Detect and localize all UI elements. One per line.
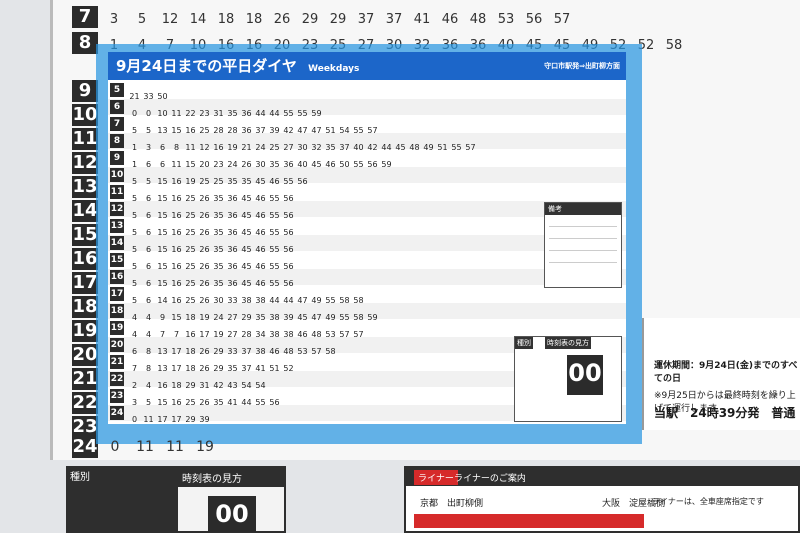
remarks-line	[549, 232, 617, 239]
liner-info-panel: ライナー ライナーのご案内 京都 出町柳側 大阪 淀屋橋側 ライナーは、全車座席…	[404, 466, 800, 533]
hour-label: 11	[110, 185, 124, 199]
how-to-read-panel-title: 時刻表の見方	[178, 468, 284, 487]
bg-row-24: 0 11 11 19	[110, 439, 214, 455]
hour-label: 21	[110, 355, 124, 369]
bg-hour-23: 23	[72, 416, 98, 438]
hour-label: 15	[110, 253, 124, 267]
hour-label: 7	[110, 117, 124, 131]
hour-label: 17	[110, 287, 124, 301]
bg-hour-22: 22	[72, 392, 98, 414]
remarks-line	[549, 220, 617, 227]
hour-label: 10	[110, 168, 124, 182]
direction-label: 守口市駅発⇒出町柳方面	[544, 62, 620, 70]
how-to-read-box: 種別 時刻表の見方 00	[514, 336, 622, 422]
liner-title: ライナーのご案内	[454, 474, 526, 484]
hour-label: 23	[110, 389, 124, 403]
minute-list: 0 11 17 17 29 39	[128, 407, 212, 426]
timetable-row: 9 1 6 6 11 15 20 23 24 26 30 35 36 40 45 46 50 55 56 59	[108, 150, 626, 169]
liner-header: ライナー ライナーのご案内	[406, 468, 800, 486]
train-type-panel-title: 種別	[70, 472, 90, 483]
bg-hour-8: 8	[72, 32, 98, 54]
bg-hour-14: 14	[72, 200, 98, 222]
hour-label: 14	[110, 236, 124, 250]
bg-hour-13: 13	[72, 176, 98, 198]
timetable-row: 5 21 33 50	[108, 82, 626, 101]
bg-hour-15: 15	[72, 224, 98, 246]
liner-kyoto-label: 京都 出町柳側	[420, 499, 484, 509]
hour-label: 6	[110, 100, 124, 114]
liner-tag: ライナー	[414, 470, 458, 485]
bg-hour-24: 24	[72, 436, 98, 458]
bg-row-7: 3 5 12 14 18 18 26 29 29 37 37 41 46 48 53 56 57	[109, 12, 571, 27]
weekday-timetable-sheet: 9月24日までの平日ダイヤ Weekdays 守口市駅発⇒出町柳方面 5 21 33…	[108, 52, 626, 424]
bg-hour-12: 12	[72, 152, 98, 174]
timetable-title: 9月24日までの平日ダイヤ	[116, 57, 297, 75]
timetable-row: 10 5 5 15 16 19 25 25 35 35 45 46 55 56	[108, 167, 626, 186]
departure-minute: 17	[157, 415, 168, 424]
notice-last-train: 当駅 24時39分発 普通 萱島	[654, 406, 800, 420]
hour-label: 5	[110, 83, 124, 97]
bg-hour-16: 16	[72, 248, 98, 270]
departure-minute: 0	[131, 415, 138, 424]
hour-label: 24	[110, 406, 124, 420]
hour-label: 16	[110, 270, 124, 284]
hour-label: 19	[110, 321, 124, 335]
timetable-row: 17 5 6 14 16 25 26 30 33 38 38 44 44 47 49 55 58 58	[108, 286, 626, 305]
bg-hour-10: 10	[72, 104, 98, 126]
hour-label: 20	[110, 338, 124, 352]
timetable-row: 18 4 4 9 15 18 19 24 27 29 35 38 39 45 47 49 55 58 59	[108, 303, 626, 322]
departure-minute: 17	[171, 415, 182, 424]
bg-hour-21: 21	[72, 368, 98, 390]
bg-hour-9: 9	[72, 80, 98, 102]
how-to-read-panel: 時刻表の見方 00	[176, 466, 286, 533]
remarks-line	[549, 244, 617, 251]
how-to-read-title: 時刻表の見方	[545, 337, 591, 349]
bg-hour-11: 11	[72, 128, 98, 150]
departure-minute: 11	[143, 415, 154, 424]
hour-label: 9	[110, 151, 124, 165]
remarks-line	[549, 256, 617, 263]
timetable-row: 11 5 6 15 16 25 26 35 36 45 46 55 56	[108, 184, 626, 203]
timetable-row: 8 1 3 6 8 11 12 16 19 21 24 25 27 30 32 35 37 40 42 44 45 48 4…	[108, 133, 626, 152]
train-type-label: 種別	[515, 337, 533, 349]
bg-hour-19: 19	[72, 320, 98, 342]
liner-car-stripe	[414, 514, 644, 528]
hour-label: 22	[110, 372, 124, 386]
notice-suspension-period: 運休期間：9月24日(金)までのすべての日	[654, 361, 798, 384]
remarks-box: 備考	[544, 202, 622, 288]
hour-label: 8	[110, 134, 124, 148]
bg-hour-7: 7	[72, 6, 98, 28]
timetable-row: 6 0 0 10 11 22 23 31 35 36 44 44 55 55 59	[108, 99, 626, 118]
departure-minute: 29	[185, 415, 196, 424]
service-notice: 運休期間：9月24日(金)までのすべての日 ※9月25日からは最終時刻を繰り上げ…	[642, 318, 800, 430]
liner-note: ライナーは、全車座席指定です	[652, 497, 764, 506]
timetable-subtitle: Weekdays	[308, 64, 360, 74]
timetable-row: 7 5 5 13 15 16 25 28 28 36 37 39 42 47 47 51 54 55 57	[108, 116, 626, 135]
bg-hour-17: 17	[72, 272, 98, 294]
bg-hour-20: 20	[72, 344, 98, 366]
sample-minute: 00	[567, 355, 603, 395]
hour-label: 12	[110, 202, 124, 216]
bg-hour-18: 18	[72, 296, 98, 318]
timetable-row: 19 4 4 7 7 16 17 19 27 28 34 38 38 46 48 53 57 57	[108, 320, 626, 339]
panel-sample-minute: 00	[208, 496, 256, 532]
hour-label: 13	[110, 219, 124, 233]
hour-label: 18	[110, 304, 124, 318]
train-type-panel: 種別	[66, 466, 176, 533]
timetable-header: 9月24日までの平日ダイヤ Weekdays 守口市駅発⇒出町柳方面	[108, 52, 626, 80]
departure-minute: 39	[199, 415, 210, 424]
remarks-title: 備考	[545, 203, 621, 215]
